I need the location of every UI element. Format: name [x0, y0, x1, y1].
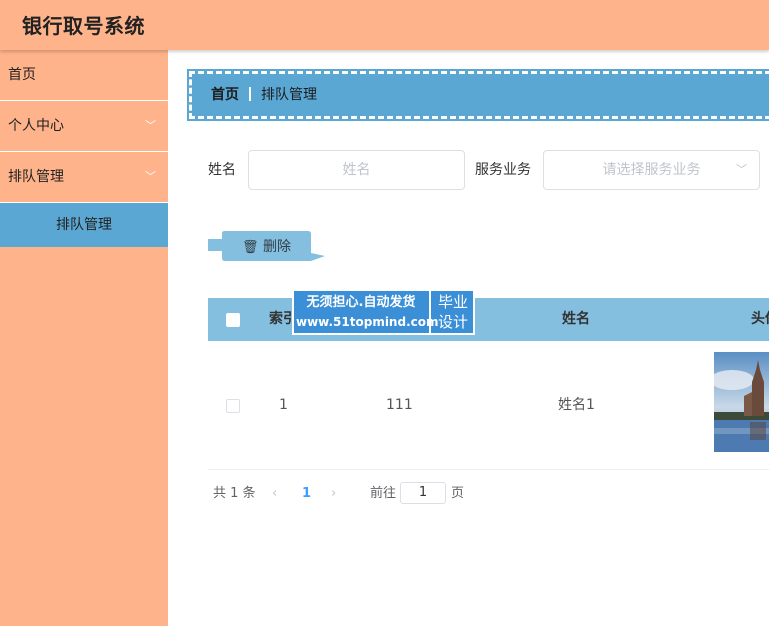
chevron-down-icon: ﹀: [736, 163, 747, 176]
sidebar-subitem-queue-management[interactable]: 排队管理: [0, 203, 168, 247]
app-title: 银行取号系统: [22, 14, 145, 38]
watermark-right-line2: 设计: [437, 313, 468, 331]
pagination-goto-prefix: 前往: [370, 486, 397, 501]
chevron-left-icon[interactable]: ‹: [272, 482, 277, 506]
breadcrumb-current: 排队管理: [261, 87, 317, 103]
watermark-right-line1: 毕业: [437, 293, 468, 311]
sidebar-item-label: 首页: [8, 67, 36, 83]
service-select[interactable]: 请选择服务业务 ﹀: [543, 150, 760, 190]
row-name: 姓名1: [558, 397, 595, 413]
sidebar-item-home[interactable]: 首页: [0, 50, 168, 101]
name-label: 姓名: [208, 162, 236, 178]
sidebar-item-label: 个人中心: [8, 118, 64, 134]
delete-button-label: 删除: [262, 239, 291, 255]
pagination-current-page[interactable]: 1: [302, 482, 311, 506]
name-input-placeholder: 姓名: [342, 162, 371, 178]
row-index: 1: [279, 397, 288, 413]
sidebar-item-label: 排队管理: [8, 169, 64, 185]
column-header-avatar: 头像: [751, 311, 769, 327]
sidebar-item-personal-center[interactable]: 个人中心 ﹀: [0, 101, 168, 152]
table-row: 1 111 姓名1: [208, 341, 769, 470]
row-checkbox[interactable]: [226, 399, 240, 413]
watermark-line2: www.51topmind.com: [296, 315, 439, 329]
select-all-checkbox[interactable]: [226, 313, 240, 327]
pagination-total: 共 1 条: [213, 486, 256, 501]
name-input[interactable]: 姓名: [248, 150, 465, 190]
service-label: 服务业务: [475, 162, 531, 178]
watermark-right: 毕业 设计: [429, 291, 475, 333]
service-select-placeholder: 请选择服务业务: [602, 162, 701, 178]
watermark-left: 无须担心.自动发货 www.51topmind.com: [296, 293, 439, 331]
watermark-line1: 无须担心.自动发货: [306, 295, 416, 310]
breadcrumb-separator: [249, 87, 251, 101]
top-header: 银行取号系统: [0, 0, 769, 50]
watermark-banner: 无须担心.自动发货 www.51topmind.com 毕业 设计: [292, 289, 475, 335]
sidebar-item-queue-management[interactable]: 排队管理 ﹀: [0, 152, 168, 203]
chevron-down-icon: ﹀: [145, 119, 156, 132]
main-content: 首页 排队管理 姓名 姓名 服务业务 请选择服务业务 ﹀ 🗑 删除 索引 姓名 头…: [168, 50, 769, 626]
avatar: [714, 352, 769, 452]
column-header-name: 姓名: [562, 311, 590, 327]
pagination-goto-input[interactable]: 1: [400, 482, 446, 504]
trash-icon: 🗑: [242, 240, 259, 255]
avatar-image: [714, 352, 769, 452]
pagination-goto-value: 1: [418, 485, 428, 500]
chevron-right-icon[interactable]: ›: [331, 482, 336, 506]
breadcrumb-home[interactable]: 首页: [211, 87, 239, 103]
chevron-down-icon: ﹀: [145, 170, 156, 183]
breadcrumb: 首页 排队管理: [187, 69, 769, 121]
delete-button[interactable]: 🗑 删除: [208, 227, 326, 265]
pagination-goto-suffix: 页: [451, 486, 465, 501]
row-code: 111: [386, 397, 413, 413]
sidebar: 首页 个人中心 ﹀ 排队管理 ﹀ 排队管理: [0, 50, 168, 626]
